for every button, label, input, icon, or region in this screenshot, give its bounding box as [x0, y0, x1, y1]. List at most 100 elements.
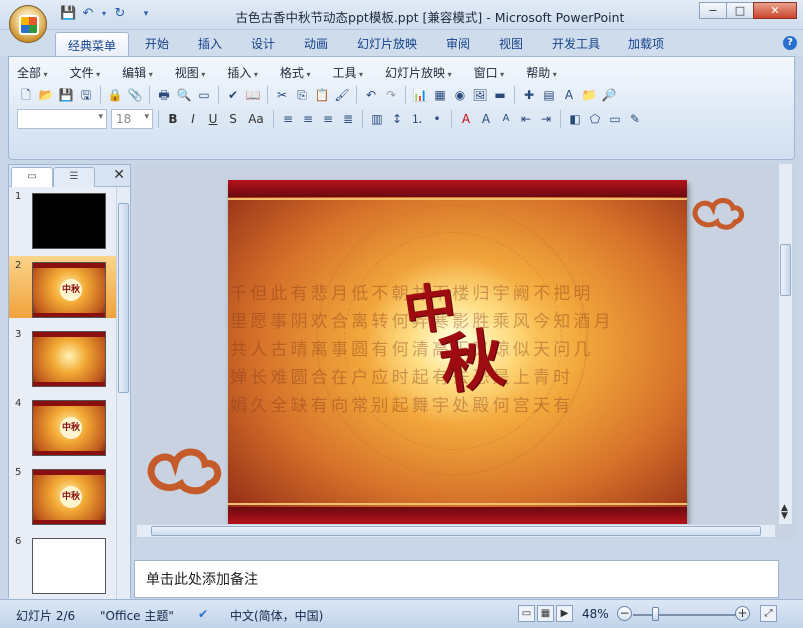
- menu-window[interactable]: 窗口: [474, 64, 505, 81]
- format-painter-icon[interactable]: 🖌: [333, 86, 351, 104]
- cloud-ornament-icon[interactable]: [145, 442, 225, 508]
- editor-horizontal-scrollbar[interactable]: [136, 524, 776, 538]
- zoom-in-icon[interactable]: +: [735, 606, 750, 621]
- print-preview-icon[interactable]: 🔍: [175, 86, 193, 104]
- tab-view[interactable]: 视图: [499, 35, 523, 52]
- insert-chart-icon[interactable]: 📊: [411, 86, 429, 104]
- menu-file[interactable]: 文件: [70, 64, 101, 81]
- shapes-icon[interactable]: ⬠: [586, 110, 604, 128]
- change-case-button[interactable]: Aa: [244, 112, 268, 126]
- undo-dropdown-icon[interactable]: ▾: [100, 6, 108, 22]
- decrease-indent-icon[interactable]: ⇤: [517, 110, 535, 128]
- help-icon[interactable]: ?: [783, 36, 797, 50]
- slide-thumbnail[interactable]: 6: [9, 532, 117, 594]
- editor-vertical-scrollbar[interactable]: ▲ ▼: [778, 164, 792, 524]
- save-as-icon[interactable]: 🖫: [77, 86, 95, 104]
- current-slide[interactable]: 千但此有悲月低不朝并下楼归宇阙不把明 里愿事阴欢合离转何弄寒影胜乘风今知酒月 共…: [228, 180, 687, 524]
- print-icon[interactable]: 🖶: [155, 86, 173, 104]
- office-button[interactable]: [9, 5, 47, 43]
- slideshow-view-icon[interactable]: ▶: [556, 605, 573, 622]
- redo-icon[interactable]: ↷: [382, 86, 400, 104]
- tab-addins[interactable]: 加载项: [628, 35, 664, 52]
- italic-button[interactable]: I: [184, 112, 202, 126]
- font-size-combo[interactable]: 18: [111, 109, 153, 129]
- shadow-button[interactable]: S: [224, 112, 242, 126]
- clipart-icon[interactable]: ◉: [451, 86, 469, 104]
- attach-icon[interactable]: 📎: [126, 86, 144, 104]
- menu-view[interactable]: 视图: [175, 64, 206, 81]
- insert-picture-icon[interactable]: 🖼: [471, 86, 489, 104]
- arrange-icon[interactable]: ▭: [606, 110, 624, 128]
- bullets-icon[interactable]: •: [428, 110, 446, 128]
- tab-slideshow[interactable]: 幻灯片放映: [357, 35, 417, 52]
- search-icon[interactable]: 🔎: [600, 86, 618, 104]
- tab-classic-menu[interactable]: 经典菜单: [55, 32, 130, 56]
- slide-thumbnail[interactable]: 1: [9, 187, 117, 249]
- redo-icon[interactable]: ↻: [112, 6, 128, 22]
- undo-icon[interactable]: ↶: [362, 86, 380, 104]
- copy-icon[interactable]: ⎘: [293, 86, 311, 104]
- slide-layout-icon[interactable]: ▭: [195, 86, 213, 104]
- prev-next-slide-icon[interactable]: ▲ ▼: [781, 504, 788, 521]
- quick-styles-icon[interactable]: ✎: [626, 110, 644, 128]
- menu-insert[interactable]: 插入: [227, 64, 258, 81]
- tab-design[interactable]: 设计: [251, 35, 275, 52]
- tab-review[interactable]: 审阅: [446, 35, 470, 52]
- align-left-icon[interactable]: ≡: [279, 110, 297, 128]
- zoom-slider-thumb[interactable]: [652, 607, 659, 621]
- thumbnails-scrollbar[interactable]: [116, 187, 130, 599]
- shrink-font-icon[interactable]: A: [497, 110, 515, 128]
- open-folder-icon[interactable]: 📂: [37, 86, 55, 104]
- undo-icon[interactable]: ↶: [80, 6, 96, 22]
- line-spacing-icon[interactable]: ↕: [388, 110, 406, 128]
- textbox-icon[interactable]: A: [560, 86, 578, 104]
- save-icon[interactable]: 💾: [60, 6, 76, 22]
- align-center-icon[interactable]: ≡: [299, 110, 317, 128]
- tab-insert[interactable]: 插入: [198, 35, 222, 52]
- notes-pane[interactable]: 单击此处添加备注: [134, 560, 779, 598]
- tab-developer[interactable]: 开发工具: [552, 35, 600, 52]
- slide-thumbnail[interactable]: 5 中秋: [9, 463, 117, 525]
- tab-home[interactable]: 开始: [145, 35, 169, 52]
- permission-icon[interactable]: 🔒: [106, 86, 124, 104]
- underline-button[interactable]: U: [204, 112, 222, 126]
- slide-thumbnail[interactable]: 3: [9, 325, 117, 387]
- fit-to-window-icon[interactable]: ⤢: [760, 605, 777, 622]
- new-file-icon[interactable]: 🗋: [17, 86, 35, 104]
- proofing-icon[interactable]: ✔: [198, 607, 208, 621]
- slide-thumbnail-selected[interactable]: 2 中秋: [9, 256, 117, 318]
- slide-thumbnail[interactable]: 4 中秋: [9, 394, 117, 456]
- zoom-level[interactable]: 48%: [582, 607, 609, 621]
- fill-color-icon[interactable]: ▬: [491, 86, 509, 104]
- font-name-combo[interactable]: [17, 109, 107, 129]
- align-right-icon[interactable]: ≡: [319, 110, 337, 128]
- scrollbar-thumb[interactable]: [151, 526, 761, 536]
- columns-icon[interactable]: ▥: [368, 110, 386, 128]
- folder-icon[interactable]: 📁: [580, 86, 598, 104]
- design-icon[interactable]: ◧: [566, 110, 584, 128]
- justify-icon[interactable]: ≣: [339, 110, 357, 128]
- increase-indent-icon[interactable]: ⇥: [537, 110, 555, 128]
- font-color-icon[interactable]: A: [457, 110, 475, 128]
- paste-icon[interactable]: 📋: [313, 86, 331, 104]
- zoom-out-icon[interactable]: −: [617, 606, 632, 621]
- slide-sorter-icon[interactable]: ▦: [537, 605, 554, 622]
- menu-edit[interactable]: 编辑: [122, 64, 153, 81]
- insert-table-icon[interactable]: ▦: [431, 86, 449, 104]
- close-pane-icon[interactable]: ✕: [113, 167, 125, 183]
- slide-title[interactable]: 中 秋: [400, 272, 509, 404]
- cut-icon[interactable]: ✂: [273, 86, 291, 104]
- save-icon[interactable]: 💾: [57, 86, 75, 104]
- numbering-icon[interactable]: ⒈: [408, 110, 426, 128]
- layout-icon[interactable]: ▤: [540, 86, 558, 104]
- scrollbar-thumb[interactable]: [118, 203, 129, 393]
- tab-outline-icon[interactable]: ☰: [53, 167, 95, 187]
- cloud-ornament-icon[interactable]: [691, 194, 747, 244]
- language-indicator[interactable]: 中文(简体，中国): [230, 607, 323, 624]
- research-icon[interactable]: 📖: [244, 86, 262, 104]
- maximize-button[interactable]: □: [726, 2, 754, 19]
- normal-view-icon[interactable]: ▭: [518, 605, 535, 622]
- menu-format[interactable]: 格式: [280, 64, 311, 81]
- tab-slides-icon[interactable]: ▭: [11, 167, 53, 187]
- menu-tools[interactable]: 工具: [332, 64, 363, 81]
